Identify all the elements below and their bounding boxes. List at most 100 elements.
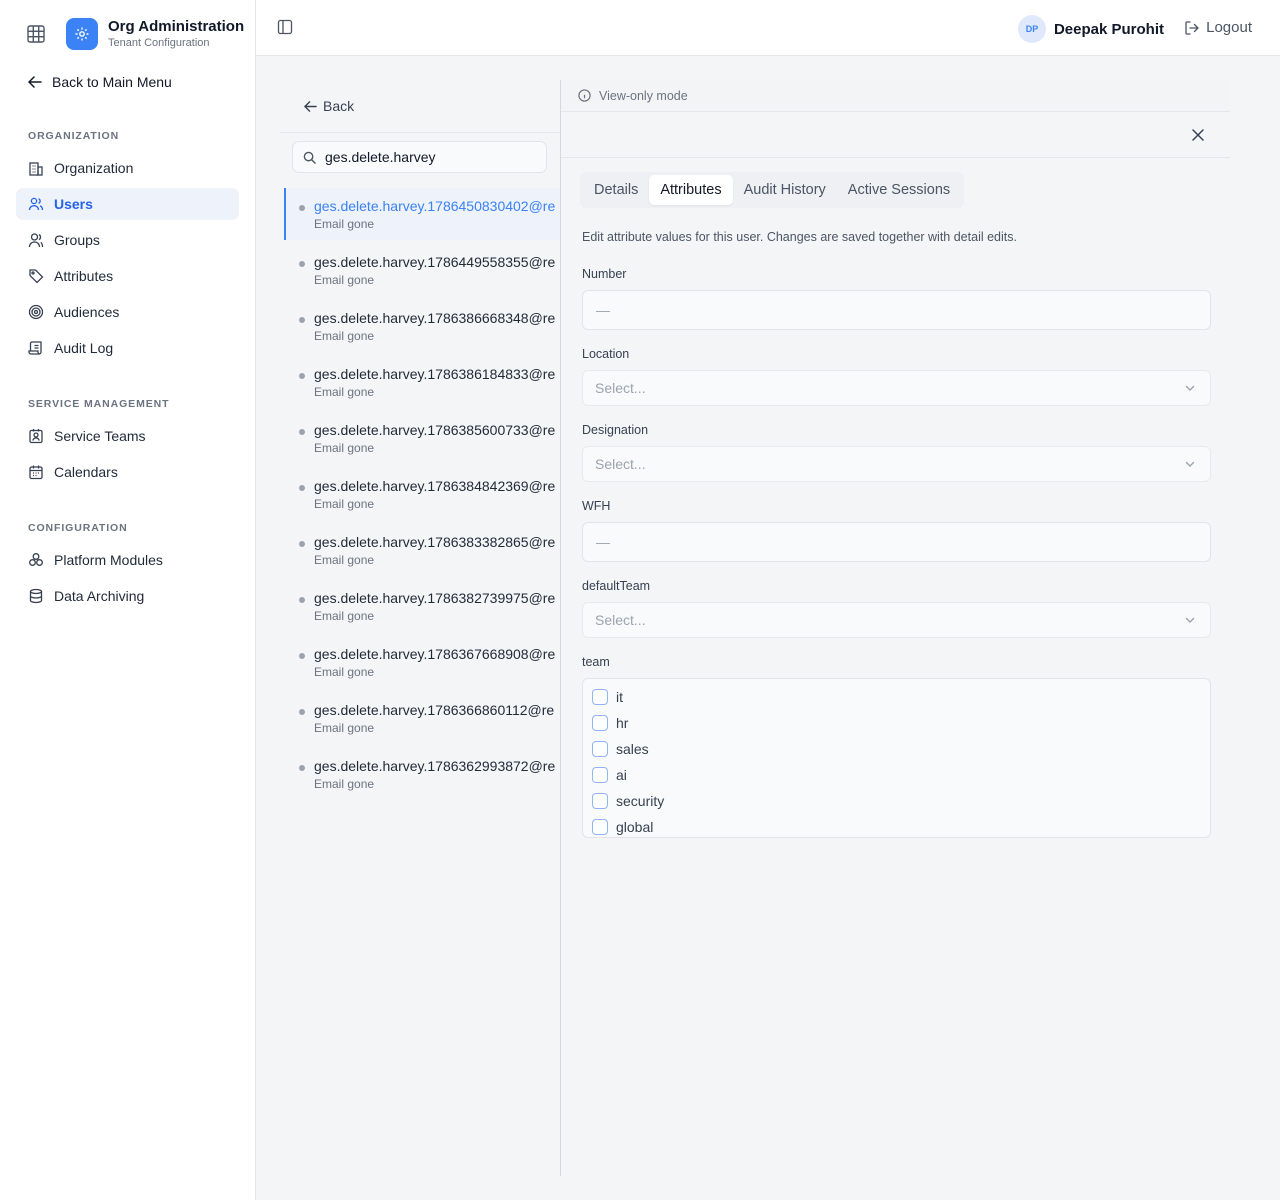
user-status: Email gone (314, 441, 375, 455)
team-option-label: sales (616, 741, 649, 757)
default-team-label: defaultTeam (582, 579, 651, 593)
sidebar-item-users[interactable]: Users (16, 188, 239, 220)
location-select[interactable]: Select... (582, 370, 1211, 406)
info-icon (578, 89, 591, 102)
team-option-it[interactable]: it (592, 689, 623, 705)
tab-attributes[interactable]: Attributes (649, 175, 733, 205)
status-dot (299, 485, 305, 491)
list-item[interactable]: ges.delete.harvey.1786367668908@re Email … (284, 636, 560, 688)
list-item[interactable]: ges.delete.harvey.1786362993872@re Email … (284, 748, 560, 800)
sidebar-item-calendars[interactable]: Calendars (16, 456, 239, 488)
team-checkbox-list: it hr sales ai security global (582, 678, 1211, 838)
team-option-label: ai (616, 767, 627, 783)
designation-select[interactable]: Select... (582, 446, 1211, 482)
user-email: ges.delete.harvey.1786386668348@re (314, 310, 556, 326)
settings-gear-icon (66, 18, 98, 50)
checkbox[interactable] (592, 793, 608, 809)
back-button[interactable]: Back (304, 98, 354, 114)
checkbox[interactable] (592, 715, 608, 731)
user-email: ges.delete.harvey.1786362993872@re (314, 758, 556, 774)
team-option-global[interactable]: global (592, 819, 653, 835)
user-name: Deepak Purohit (1053, 20, 1164, 38)
wfh-field[interactable]: — (582, 522, 1211, 562)
sidebar-item-service-teams[interactable]: Service Teams (16, 420, 239, 452)
user-email: ges.delete.harvey.1786385600733@re (314, 422, 556, 438)
list-item[interactable]: ges.delete.harvey.1786450830402@re Email … (284, 188, 560, 240)
list-item[interactable]: ges.delete.harvey.1786386184833@re Email … (284, 356, 560, 408)
user-email: ges.delete.harvey.1786383382865@re (314, 534, 556, 550)
tab-audit-history[interactable]: Audit History (733, 175, 837, 205)
team-option-label: it (616, 689, 623, 705)
search-input[interactable] (325, 149, 525, 165)
status-dot (299, 709, 305, 715)
list-item[interactable]: ges.delete.harvey.1786385600733@re Email … (284, 412, 560, 464)
search-icon (303, 151, 316, 164)
user-email: ges.delete.harvey.1786367668908@re (314, 646, 556, 662)
sidebar-toggle-icon[interactable] (277, 19, 295, 37)
sidebar-item-attributes[interactable]: Attributes (16, 260, 239, 292)
view-only-label: View-only mode (599, 88, 688, 103)
chevron-down-icon (1185, 617, 1195, 623)
sidebar-item-platform-modules[interactable]: Platform Modules (16, 544, 239, 576)
arrow-left-icon (304, 100, 317, 112)
team-option-ai[interactable]: ai (592, 767, 627, 783)
list-item[interactable]: ges.delete.harvey.1786383382865@re Email … (284, 524, 560, 576)
list-item[interactable]: ges.delete.harvey.1786449558355@re Email … (284, 244, 560, 296)
search-field[interactable] (292, 141, 547, 173)
sidebar-item-groups[interactable]: Groups (16, 224, 239, 256)
section-title-configuration: CONFIGURATION (28, 522, 128, 534)
user-status: Email gone (314, 329, 375, 343)
tab-details[interactable]: Details (583, 175, 649, 205)
team-option-label: security (616, 793, 665, 809)
building-icon (29, 162, 43, 176)
list-item[interactable]: ges.delete.harvey.1786366860112@re Email … (284, 692, 560, 744)
logout-label: Logout (1206, 19, 1252, 36)
team-label: team (582, 655, 610, 669)
list-item[interactable]: ges.delete.harvey.1786386668348@re Email … (284, 300, 560, 352)
checkbox[interactable] (592, 819, 608, 835)
checkbox[interactable] (592, 767, 608, 783)
checkbox[interactable] (592, 689, 608, 705)
status-dot (299, 261, 305, 267)
team-option-security[interactable]: security (592, 793, 664, 809)
sidebar-item-organization[interactable]: Organization (16, 152, 239, 184)
view-only-banner: View-only mode (561, 80, 1230, 112)
list-item[interactable]: ges.delete.harvey.1786384842369@re Email … (284, 468, 560, 520)
sidebar-item-audit-log[interactable]: Audit Log (16, 332, 239, 364)
status-dot (299, 373, 305, 379)
sidebar-item-label: Attributes (54, 268, 114, 284)
team-option-sales[interactable]: sales (592, 741, 649, 757)
back-to-main-menu-label: Back to Main Menu (52, 74, 172, 90)
user-status: Email gone (314, 609, 375, 623)
checkbox[interactable] (592, 741, 608, 757)
number-field[interactable]: — (582, 290, 1211, 330)
users-icon (28, 197, 44, 211)
user-status: Email gone (314, 217, 375, 231)
user-status: Email gone (314, 665, 375, 679)
sidebar-item-data-archiving[interactable]: Data Archiving (16, 580, 239, 612)
scroll-icon (28, 341, 42, 355)
sidebar-item-label: Organization (54, 160, 134, 176)
sidebar-item-label: Platform Modules (54, 552, 163, 568)
user-menu[interactable]: DP Deepak Purohit (1017, 15, 1164, 43)
back-to-main-menu-link[interactable]: Back to Main Menu (28, 74, 172, 90)
logout-button[interactable]: Logout (1184, 19, 1252, 36)
status-dot (299, 317, 305, 323)
sidebar-item-label: Users (54, 196, 93, 212)
close-icon[interactable] (1192, 128, 1206, 142)
sidebar-item-audiences[interactable]: Audiences (16, 296, 239, 328)
avatar: DP (1017, 15, 1046, 43)
user-email: ges.delete.harvey.1786450830402@re (314, 198, 556, 214)
sidebar-item-label: Audiences (54, 304, 120, 320)
default-team-select[interactable]: Select... (582, 602, 1211, 638)
team-option-hr[interactable]: hr (592, 715, 628, 731)
status-dot (299, 597, 305, 603)
status-dot (299, 541, 305, 547)
app-grid-icon[interactable] (24, 22, 48, 46)
wfh-label: WFH (582, 499, 611, 513)
user-email: ges.delete.harvey.1786366860112@re (314, 702, 555, 718)
sidebar-item-label: Data Archiving (54, 588, 145, 604)
tab-active-sessions[interactable]: Active Sessions (837, 175, 961, 205)
list-item[interactable]: ges.delete.harvey.1786382739975@re Email … (284, 580, 560, 632)
user-email: ges.delete.harvey.1786384842369@re (314, 478, 556, 494)
